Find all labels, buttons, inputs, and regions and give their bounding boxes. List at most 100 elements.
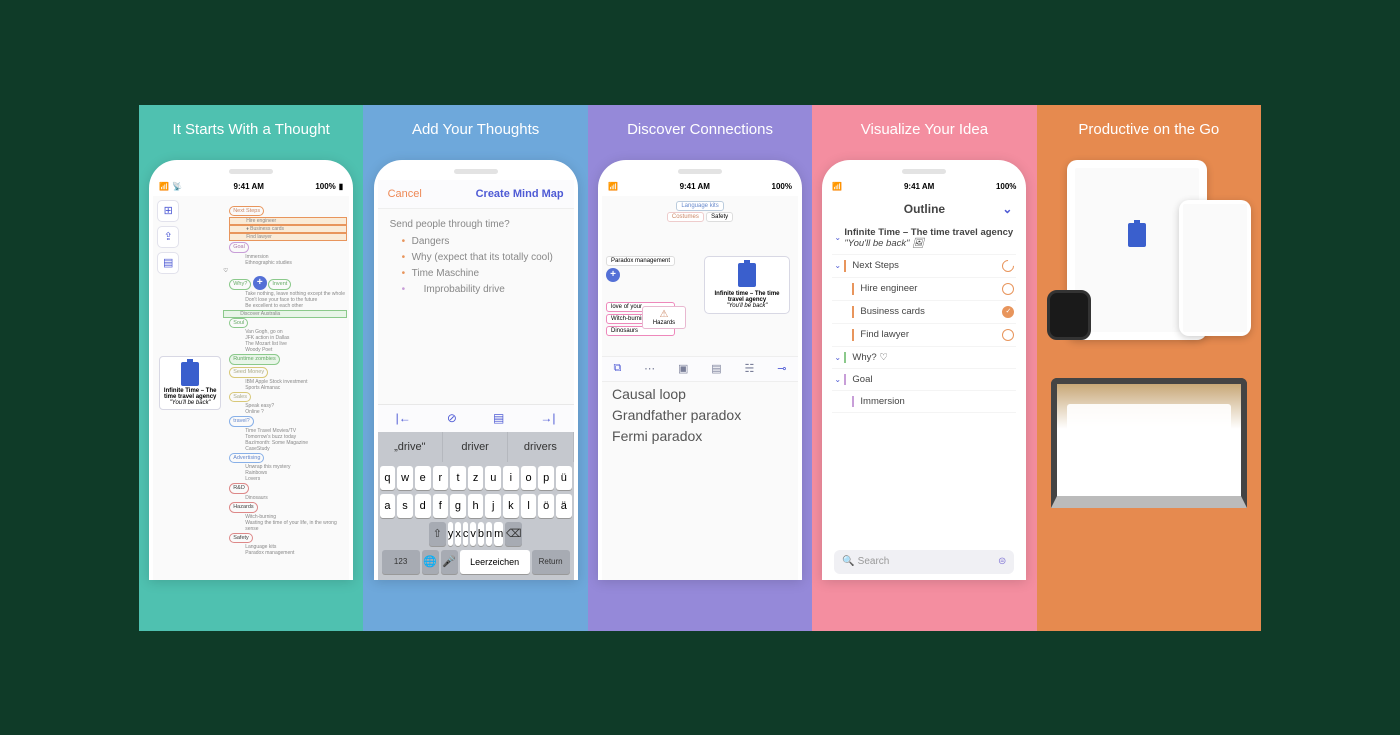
hazards-node[interactable]: ⚠ Hazards [642,306,686,329]
key-z[interactable]: z [468,466,484,490]
key-o[interactable]: o [521,466,537,490]
note-icon[interactable]: ▤ [493,411,504,425]
key-f[interactable]: f [433,494,449,518]
status-partial-icon[interactable] [1000,257,1017,274]
node[interactable]: Runtime zombies [229,354,280,365]
share-icon[interactable]: ⇪ [157,226,179,248]
mic-key[interactable]: 🎤 [441,550,458,574]
indent-icon[interactable]: →| [540,411,555,425]
space-key[interactable]: Leerzeichen [460,550,530,574]
key-v[interactable]: v [470,522,476,546]
suggestion[interactable]: drivers [508,432,573,462]
node[interactable]: Find lawyer [229,233,347,241]
key-n[interactable]: n [486,522,492,546]
node[interactable]: Goal [229,242,249,253]
comment-icon[interactable]: ⋯ [644,362,655,375]
key-y[interactable]: y [448,522,454,546]
outline-root[interactable]: ⌄ Infinite Time – The time travel agency… [832,222,1016,255]
outline-row[interactable]: Immersion [832,391,1016,413]
node[interactable]: Ethnographic studies [229,260,347,266]
return-key[interactable]: Return [532,550,570,574]
outline-icon[interactable]: ▤ [157,252,179,274]
link-icon[interactable]: ⧉ [613,362,621,375]
mindmap-canvas[interactable]: ⊞ ⇪ ▤ Infinite Time – The time travel ag… [153,196,349,580]
suggestion[interactable]: driver [443,432,508,462]
chevron-down-icon[interactable]: ⌄ [834,261,844,270]
key-ü[interactable]: ü [556,466,572,490]
node[interactable]: Language kits [676,201,723,211]
status-circle[interactable] [1002,283,1014,295]
chevron-down-icon[interactable]: ⌄ [834,375,844,384]
node[interactable]: Sales [229,392,251,403]
node[interactable]: Safety [706,212,733,222]
outline-row[interactable]: Business cards✓ [832,301,1016,324]
key-h[interactable]: h [468,494,484,518]
outline-row[interactable]: Find lawyer [832,324,1016,347]
suggestion[interactable]: „drive" [378,432,443,462]
add-node-button[interactable]: + [606,268,620,282]
node[interactable]: Be excellent to each other [229,303,347,309]
chevron-down-icon[interactable]: ⌄ [834,353,844,362]
outdent-icon[interactable]: |← [396,411,411,425]
key-p[interactable]: p [538,466,554,490]
outline-item[interactable]: Why (expect that its totally cool) [402,252,562,263]
key-l[interactable]: l [521,494,537,518]
outline-row[interactable]: ⌄Next Steps [832,255,1016,278]
mindmap-root-node[interactable]: Infinite Time – The time travel agency "… [159,356,221,410]
list-item[interactable]: Causal loop [612,384,741,405]
key-m[interactable]: m [494,522,503,546]
node[interactable]: Costumes [667,212,704,222]
node[interactable]: Hire engineer [229,217,347,225]
grid-icon[interactable]: ⊞ [157,200,179,222]
node[interactable]: Lovers [229,476,347,482]
outline-item[interactable]: Improbability drive [402,284,562,295]
key-k[interactable]: k [503,494,519,518]
key-d[interactable]: d [415,494,431,518]
node[interactable]: Sports Almanac [229,385,347,391]
outline-item[interactable]: Dangers [402,236,562,247]
node[interactable]: Take nothing, leave nothing except the w… [229,291,347,297]
node[interactable]: Dinosaurs [229,495,347,501]
chevron-down-icon[interactable]: ⌄ [834,233,844,242]
key-u[interactable]: u [485,466,501,490]
numbers-key[interactable]: 123 [382,550,420,574]
node[interactable]: Safety [229,533,253,544]
key-e[interactable]: e [415,466,431,490]
node[interactable]: Discover Australia [223,310,347,318]
node[interactable]: ♦ Business cards [229,225,347,233]
outline-row[interactable]: Hire engineer [832,278,1016,301]
key-j[interactable]: j [485,494,501,518]
node[interactable]: Wasting the time of your life, in the wr… [229,520,347,532]
key-b[interactable]: b [478,522,484,546]
filter-icon[interactable]: ⊜ [998,556,1006,567]
search-field[interactable]: 🔍 Search ⊜ [834,550,1014,574]
node[interactable]: Seed Money [229,367,268,378]
key-c[interactable]: c [463,522,469,546]
key-ä[interactable]: ä [556,494,572,518]
node[interactable]: Next Steps [229,206,264,217]
list-item[interactable]: Fermi paradox [612,426,741,447]
backspace-key[interactable]: ⌫ [505,522,522,546]
note-icon[interactable]: ▤ [711,362,721,375]
key-r[interactable]: r [433,466,449,490]
image-icon[interactable]: ▣ [678,362,688,375]
outline-row[interactable]: ⌄Goal [832,369,1016,391]
node[interactable]: Online ? [229,409,347,415]
style-icon[interactable]: ☵ [745,362,755,375]
list-item[interactable]: Grandfather paradox [612,405,741,426]
key-g[interactable]: g [450,494,466,518]
chevron-down-icon[interactable]: ⌄ [1002,202,1012,216]
outline-editor[interactable]: Send people through time? Dangers Why (e… [378,209,574,310]
globe-key[interactable]: 🌐 [422,550,439,574]
node[interactable]: Why? [229,279,251,290]
node[interactable]: Advertising [229,453,264,464]
node[interactable]: travel? [229,416,254,427]
key-a[interactable]: a [380,494,396,518]
key-t[interactable]: t [450,466,466,490]
status-done-icon[interactable]: ✓ [1002,306,1014,318]
node[interactable]: Paradox management [229,550,347,556]
key-q[interactable]: q [380,466,396,490]
node[interactable]: Invent [268,279,291,290]
key-i[interactable]: i [503,466,519,490]
root-card[interactable]: Infinite time – The time travel agency "… [704,256,790,314]
